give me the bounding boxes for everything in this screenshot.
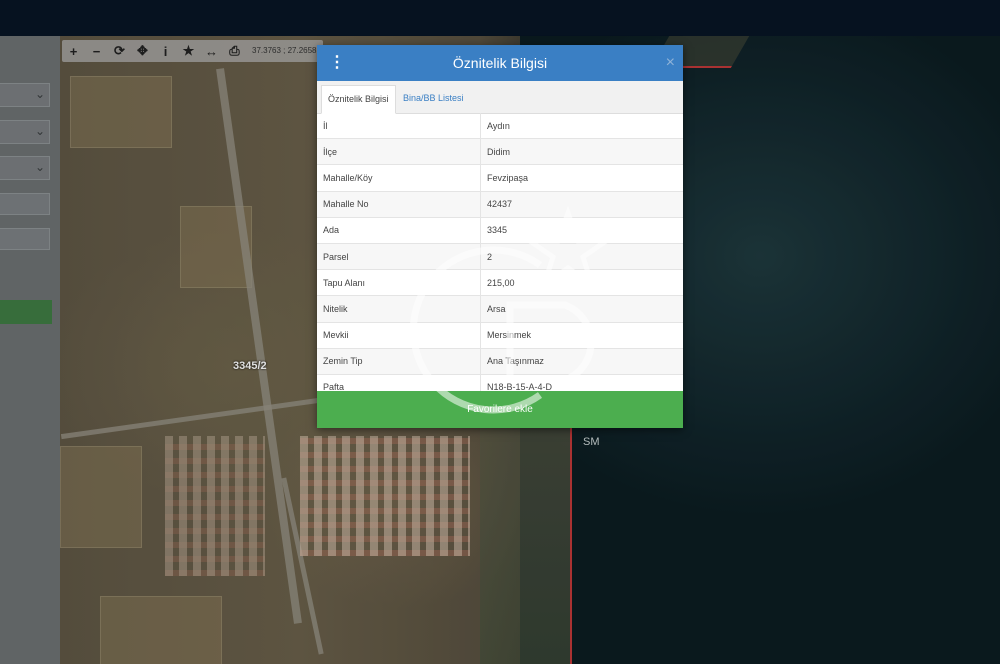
table-row: Ada 3345 — [317, 217, 683, 244]
row-value: Aydın — [480, 113, 683, 140]
add-to-favorites-button[interactable]: Favorilere ekle — [317, 391, 683, 428]
table-row: Nitelik Arsa — [317, 295, 683, 323]
dialog-title: Öznitelik Bilgisi — [452, 55, 548, 71]
attribute-table: İl Aydın İlçe Didim Mahalle/Köy Fevzipaşa M… — [317, 113, 683, 402]
dialog-header: Öznitelik Bilgisi ⋮ × — [317, 45, 683, 81]
row-label: Parsel — [317, 243, 481, 271]
row-value: Fevzipaşa — [480, 164, 683, 192]
table-row: İlçe Didim — [317, 138, 683, 166]
row-value: 3345 — [480, 217, 683, 244]
row-label: Ada — [317, 217, 481, 244]
row-label: Mahalle/Köy — [317, 164, 481, 192]
row-label: İl — [317, 113, 481, 140]
row-value: 215,00 — [480, 269, 683, 297]
tab-building-list[interactable]: Bina/BB Listesi — [397, 85, 470, 112]
top-bar — [0, 0, 1000, 36]
row-label: Mahalle No — [317, 191, 481, 218]
table-row: Mahalle No 42437 — [317, 191, 683, 218]
row-label: Zemin Tip — [317, 348, 481, 375]
dialog-tabs: Öznitelik Bilgisi Bina/BB Listesi — [317, 81, 683, 114]
row-value: Mersinmek — [480, 322, 683, 349]
table-row: Zemin Tip Ana Taşınmaz — [317, 348, 683, 375]
table-row: Tapu Alanı 215,00 — [317, 269, 683, 297]
menu-icon[interactable]: ⋮ — [329, 53, 345, 73]
row-value: 42437 — [480, 191, 683, 218]
row-label: Tapu Alanı — [317, 269, 481, 297]
row-value: Arsa — [480, 295, 683, 323]
table-row: Parsel 2 — [317, 243, 683, 271]
close-icon[interactable]: × — [666, 53, 675, 73]
table-row: İl Aydın — [317, 113, 683, 140]
attribute-dialog: Öznitelik Bilgisi ⋮ × Öznitelik Bilgisi … — [317, 45, 683, 428]
row-label: İlçe — [317, 138, 481, 166]
table-row: Mahalle/Köy Fevzipaşa — [317, 164, 683, 192]
tab-attribute-info[interactable]: Öznitelik Bilgisi — [321, 85, 396, 114]
row-value: 2 — [480, 243, 683, 271]
row-label: Mevkii — [317, 322, 481, 349]
row-value: Didim — [480, 138, 683, 166]
row-value: Ana Taşınmaz — [480, 348, 683, 375]
row-label: Nitelik — [317, 295, 481, 323]
table-row: Mevkii Mersinmek — [317, 322, 683, 349]
